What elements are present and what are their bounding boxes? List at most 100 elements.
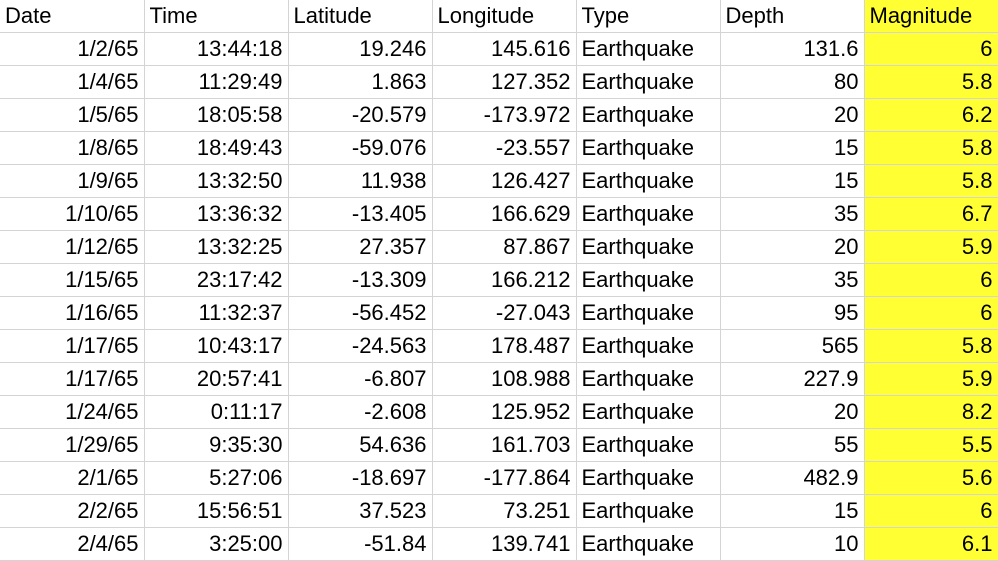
cell-magnitude[interactable]: 5.8 <box>864 164 998 199</box>
cell-magnitude[interactable]: 5.9 <box>864 230 998 265</box>
cell-latitude[interactable]: 37.523 <box>288 494 433 529</box>
cell-date[interactable]: 1/15/65 <box>0 263 145 298</box>
cell-time[interactable]: 18:49:43 <box>144 131 289 166</box>
cell-magnitude[interactable]: 5.8 <box>864 131 998 166</box>
cell-type[interactable]: Earthquake <box>576 32 721 67</box>
cell-latitude[interactable]: -13.309 <box>288 263 433 298</box>
cell-time[interactable]: 5:27:06 <box>144 461 289 496</box>
cell-type[interactable]: Earthquake <box>576 296 721 331</box>
cell-magnitude[interactable]: 6 <box>864 296 998 331</box>
cell-date[interactable]: 1/4/65 <box>0 65 145 100</box>
cell-type[interactable]: Earthquake <box>576 461 721 496</box>
cell-magnitude[interactable]: 6 <box>864 32 998 67</box>
cell-depth[interactable]: 20 <box>720 395 865 430</box>
cell-longitude[interactable]: 178.487 <box>432 329 577 364</box>
cell-longitude[interactable]: -23.557 <box>432 131 577 166</box>
cell-latitude[interactable]: 1.863 <box>288 65 433 100</box>
cell-depth[interactable]: 10 <box>720 527 865 561</box>
cell-type[interactable]: Earthquake <box>576 65 721 100</box>
cell-longitude[interactable]: 108.988 <box>432 362 577 397</box>
cell-depth[interactable]: 227.9 <box>720 362 865 397</box>
cell-type[interactable]: Earthquake <box>576 164 721 199</box>
cell-depth[interactable]: 55 <box>720 428 865 463</box>
cell-time[interactable]: 13:32:50 <box>144 164 289 199</box>
cell-type[interactable]: Earthquake <box>576 329 721 364</box>
cell-magnitude[interactable]: 5.9 <box>864 362 998 397</box>
cell-type[interactable]: Earthquake <box>576 428 721 463</box>
cell-date[interactable]: 1/24/65 <box>0 395 145 430</box>
cell-depth[interactable]: 482.9 <box>720 461 865 496</box>
cell-depth[interactable]: 565 <box>720 329 865 364</box>
cell-time[interactable]: 13:44:18 <box>144 32 289 67</box>
cell-type[interactable]: Earthquake <box>576 131 721 166</box>
cell-time[interactable]: 13:32:25 <box>144 230 289 265</box>
cell-depth[interactable]: 15 <box>720 164 865 199</box>
cell-time[interactable]: 3:25:00 <box>144 527 289 561</box>
cell-latitude[interactable]: -51.84 <box>288 527 433 561</box>
cell-depth[interactable]: 35 <box>720 263 865 298</box>
cell-depth[interactable]: 20 <box>720 98 865 133</box>
cell-latitude[interactable]: -2.608 <box>288 395 433 430</box>
cell-longitude[interactable]: 125.952 <box>432 395 577 430</box>
cell-time[interactable]: 0:11:17 <box>144 395 289 430</box>
header-type[interactable]: Type <box>576 0 721 34</box>
cell-date[interactable]: 1/29/65 <box>0 428 145 463</box>
cell-time[interactable]: 11:32:37 <box>144 296 289 331</box>
cell-date[interactable]: 1/2/65 <box>0 32 145 67</box>
cell-latitude[interactable]: -13.405 <box>288 197 433 232</box>
cell-depth[interactable]: 80 <box>720 65 865 100</box>
cell-depth[interactable]: 15 <box>720 494 865 529</box>
cell-magnitude[interactable]: 5.8 <box>864 329 998 364</box>
header-time[interactable]: Time <box>144 0 289 34</box>
cell-depth[interactable]: 20 <box>720 230 865 265</box>
cell-date[interactable]: 1/5/65 <box>0 98 145 133</box>
cell-magnitude[interactable]: 6.7 <box>864 197 998 232</box>
cell-magnitude[interactable]: 6 <box>864 494 998 529</box>
cell-latitude[interactable]: -20.579 <box>288 98 433 133</box>
cell-date[interactable]: 2/2/65 <box>0 494 145 529</box>
cell-latitude[interactable]: -24.563 <box>288 329 433 364</box>
cell-latitude[interactable]: -59.076 <box>288 131 433 166</box>
cell-time[interactable]: 15:56:51 <box>144 494 289 529</box>
cell-depth[interactable]: 95 <box>720 296 865 331</box>
cell-longitude[interactable]: 161.703 <box>432 428 577 463</box>
cell-latitude[interactable]: -6.807 <box>288 362 433 397</box>
cell-type[interactable]: Earthquake <box>576 362 721 397</box>
cell-magnitude[interactable]: 6 <box>864 263 998 298</box>
cell-latitude[interactable]: -56.452 <box>288 296 433 331</box>
cell-date[interactable]: 1/17/65 <box>0 362 145 397</box>
cell-time[interactable]: 23:17:42 <box>144 263 289 298</box>
cell-magnitude[interactable]: 5.6 <box>864 461 998 496</box>
cell-date[interactable]: 1/9/65 <box>0 164 145 199</box>
cell-type[interactable]: Earthquake <box>576 263 721 298</box>
cell-depth[interactable]: 131.6 <box>720 32 865 67</box>
cell-longitude[interactable]: -173.972 <box>432 98 577 133</box>
cell-date[interactable]: 1/12/65 <box>0 230 145 265</box>
cell-longitude[interactable]: 126.427 <box>432 164 577 199</box>
cell-date[interactable]: 1/17/65 <box>0 329 145 364</box>
header-longitude[interactable]: Longitude <box>432 0 577 34</box>
cell-time[interactable]: 20:57:41 <box>144 362 289 397</box>
cell-magnitude[interactable]: 6.1 <box>864 527 998 561</box>
cell-date[interactable]: 1/10/65 <box>0 197 145 232</box>
cell-longitude[interactable]: 145.616 <box>432 32 577 67</box>
cell-longitude[interactable]: 166.212 <box>432 263 577 298</box>
cell-longitude[interactable]: 73.251 <box>432 494 577 529</box>
cell-time[interactable]: 11:29:49 <box>144 65 289 100</box>
cell-magnitude[interactable]: 8.2 <box>864 395 998 430</box>
cell-magnitude[interactable]: 5.8 <box>864 65 998 100</box>
header-date[interactable]: Date <box>0 0 145 34</box>
cell-latitude[interactable]: 54.636 <box>288 428 433 463</box>
cell-time[interactable]: 10:43:17 <box>144 329 289 364</box>
header-latitude[interactable]: Latitude <box>288 0 433 34</box>
cell-type[interactable]: Earthquake <box>576 527 721 561</box>
cell-longitude[interactable]: 87.867 <box>432 230 577 265</box>
cell-latitude[interactable]: 27.357 <box>288 230 433 265</box>
cell-longitude[interactable]: 127.352 <box>432 65 577 100</box>
cell-longitude[interactable]: -177.864 <box>432 461 577 496</box>
cell-magnitude[interactable]: 5.5 <box>864 428 998 463</box>
cell-latitude[interactable]: 11.938 <box>288 164 433 199</box>
cell-date[interactable]: 1/16/65 <box>0 296 145 331</box>
cell-longitude[interactable]: -27.043 <box>432 296 577 331</box>
cell-magnitude[interactable]: 6.2 <box>864 98 998 133</box>
